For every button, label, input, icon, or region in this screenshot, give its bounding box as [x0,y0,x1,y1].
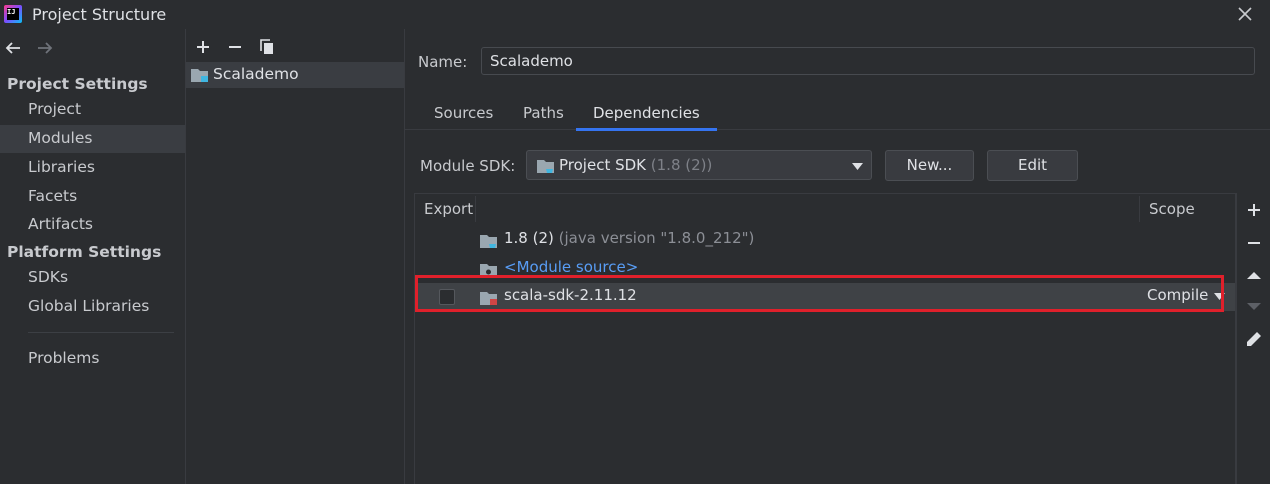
new-sdk-button[interactable]: New... [885,150,974,181]
module-name-input[interactable] [481,47,1255,75]
nav-item-sdks[interactable]: SDKs [0,264,185,292]
arrow-down-icon [1247,303,1261,310]
intellij-logo-text: IJ [7,8,19,20]
module-list-panel: Scalademo [186,29,404,484]
column-separator [475,196,476,222]
scope-column-header[interactable]: Scope [1149,194,1195,224]
project-settings-header: Project Settings [7,75,148,93]
nav-item-label: Global Libraries [28,297,150,315]
highlight-annotation [415,275,1224,312]
nav-item-label: SDKs [28,268,69,286]
copy-module-button[interactable] [258,38,276,56]
minus-icon [229,46,241,48]
module-folder-icon [191,69,208,82]
tab-label: Paths [523,104,564,122]
nav-item-label: Libraries [28,158,95,176]
module-sdk-label: Module SDK: [420,157,516,175]
module-item-label: Scalademo [213,65,299,83]
table-row[interactable]: 1.8 (2) (java version "1.8.0_212") [415,226,1235,254]
module-detail-panel: Name: Sources Paths Dependencies Module … [405,29,1270,484]
edit-sdk-button[interactable]: Edit [987,150,1078,181]
dependencies-toolbar [1236,193,1270,484]
nav-item-label: Modules [28,129,93,147]
add-module-button[interactable] [194,38,212,56]
name-label: Name: [418,53,468,71]
platform-settings-header: Platform Settings [7,243,162,261]
copy-icon [260,39,273,54]
tab-sources[interactable]: Sources [434,97,493,129]
nav-item-label: Problems [28,349,100,367]
plus-icon [1248,204,1260,216]
dependency-name: 1.8 (2) [504,229,554,247]
sdk-folder-icon [537,160,554,173]
add-dependency-button[interactable] [1244,200,1264,220]
nav-item-facets[interactable]: Facets [0,183,185,211]
dependency-detail: (java version "1.8.0_212") [558,229,755,247]
arrow-right-icon [38,42,53,54]
jdk-folder-icon [480,235,497,248]
nav-item-artifacts[interactable]: Artifacts [0,211,185,239]
move-down-button[interactable] [1244,296,1264,316]
nav-item-project[interactable]: Project [0,96,185,124]
module-source-link: <Module source> [504,258,639,276]
nav-item-global-libraries[interactable]: Global Libraries [0,293,185,321]
plus-icon [197,41,209,53]
tab-paths[interactable]: Paths [523,97,564,129]
nav-item-label: Artifacts [28,215,93,233]
sdk-value: Project SDK [559,156,646,174]
nav-divider [28,332,174,333]
nav-item-modules[interactable]: Modules [0,125,185,153]
settings-nav: Project Settings Project Modules Librari… [0,29,185,484]
dependencies-table: Export Scope 1.8 (2) (java version "1.8.… [414,193,1236,484]
remove-module-button[interactable] [226,38,244,56]
nav-item-label: Project [28,100,82,118]
pencil-icon [1247,332,1261,346]
intellij-logo-icon: IJ [4,5,22,23]
tab-label: Dependencies [593,104,700,122]
close-icon [1238,7,1252,21]
window-title: Project Structure [32,5,167,24]
close-button[interactable] [1234,2,1256,26]
tab-label: Sources [434,104,494,122]
module-sdk-dropdown[interactable]: Project SDK (1.8 (2)) [526,150,872,180]
module-item-scalademo[interactable]: Scalademo [186,62,404,88]
title-bar: IJ Project Structure [0,0,1270,29]
chevron-down-icon [852,163,863,170]
arrow-up-icon [1247,272,1261,279]
remove-dependency-button[interactable] [1244,233,1264,253]
nav-item-libraries[interactable]: Libraries [0,154,185,182]
nav-item-label: Facets [28,187,78,205]
move-up-button[interactable] [1244,265,1264,285]
module-tabs: Sources Paths Dependencies [405,97,1270,131]
column-separator [1139,196,1140,222]
forward-button[interactable] [35,38,55,58]
edit-dependency-button[interactable] [1244,329,1264,349]
arrow-left-icon [5,42,20,54]
sdk-version: (1.8 (2)) [650,156,713,174]
minus-icon [1248,242,1260,244]
back-button[interactable] [3,38,23,58]
tab-dependencies[interactable]: Dependencies [576,97,717,131]
export-column-header[interactable]: Export [424,194,473,224]
nav-item-problems[interactable]: Problems [0,345,185,373]
